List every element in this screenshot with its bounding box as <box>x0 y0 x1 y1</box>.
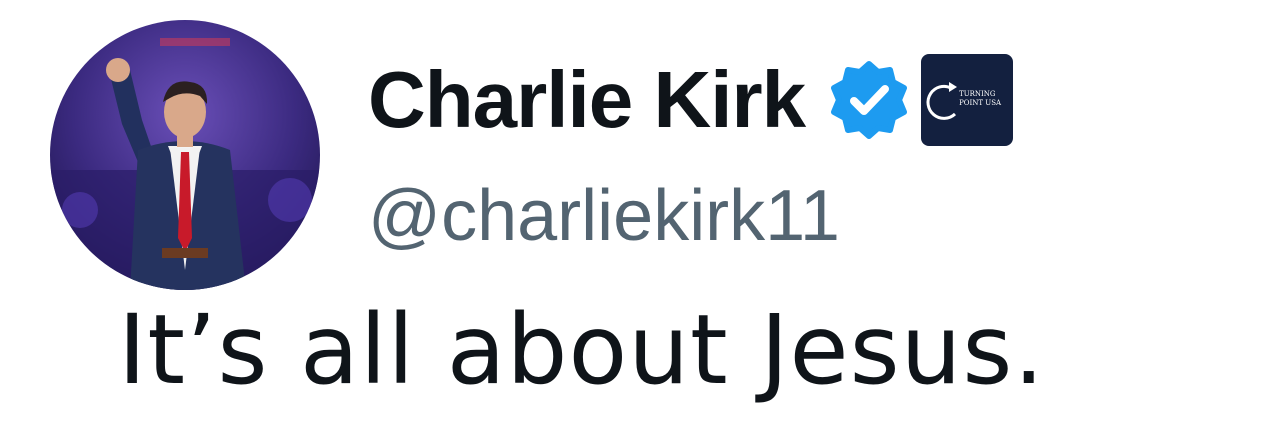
tweet-card: Charlie Kirk TURNING POINT USA @charliek… <box>0 0 1279 426</box>
verified-badge-icon <box>829 60 909 140</box>
tweet-text: It’s all about Jesus. <box>118 294 1045 406</box>
author-display-name[interactable]: Charlie Kirk <box>368 60 806 140</box>
author-handle[interactable]: @charliekirk11 <box>368 180 840 252</box>
affiliate-logo-line-1: TURNING <box>959 90 996 98</box>
profile-avatar[interactable] <box>50 20 320 290</box>
affiliate-logo-line-2: POINT USA <box>959 99 1002 107</box>
profile-photo-icon <box>50 20 320 290</box>
affiliate-badge[interactable]: TURNING POINT USA <box>921 54 1014 146</box>
author-name-row: Charlie Kirk TURNING POINT USA <box>368 52 1014 148</box>
